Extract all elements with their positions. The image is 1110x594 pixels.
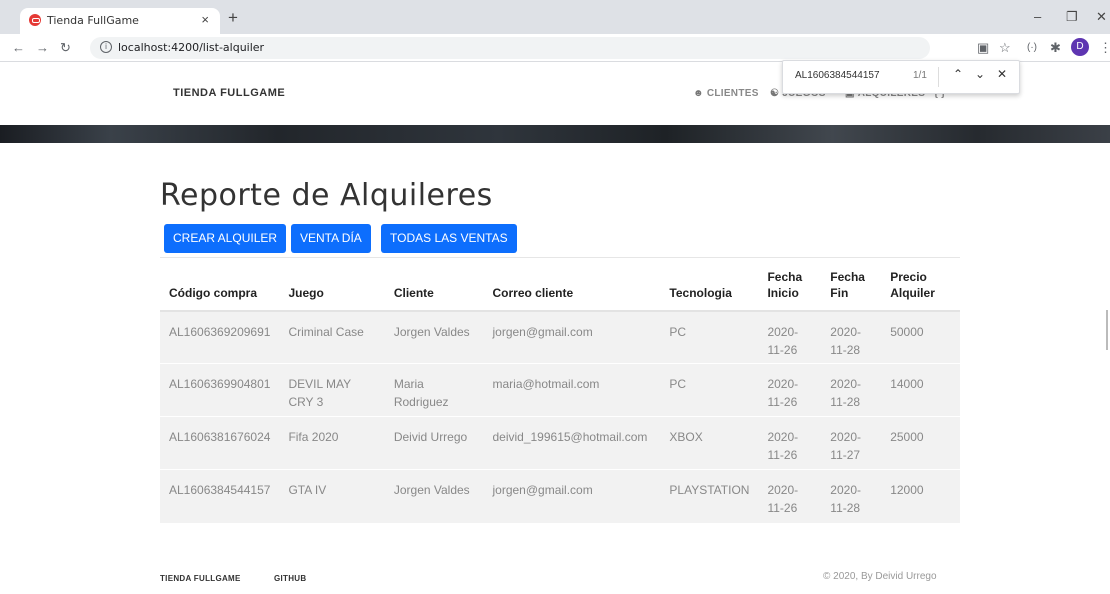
- table-cell: deivid_199615@hotmail.com: [483, 416, 661, 470]
- browser-tab[interactable]: Tienda FullGame ×: [20, 8, 220, 34]
- table-cell: 2020-11-26: [758, 469, 822, 523]
- back-icon[interactable]: ←: [12, 40, 25, 55]
- table-cell: 2020-11-26: [758, 416, 822, 470]
- column-header: Fecha Inicio: [758, 257, 822, 312]
- users-icon: ☻: [693, 88, 704, 99]
- gamepad-icon: ☯: [770, 88, 780, 99]
- table-row: AL1606369209691 Criminal Case Jorgen Val…: [160, 310, 960, 364]
- extension-icon[interactable]: (·): [1027, 42, 1037, 53]
- table-row: AL1606384544157 GTA IV Jorgen Valdes jor…: [160, 469, 960, 523]
- menu-kebab-icon[interactable]: ⋮: [1099, 40, 1110, 56]
- table-row: AL1606381676024 Fifa 2020 Deivid Urrego …: [160, 416, 960, 470]
- url-field[interactable]: i localhost:4200/list-alquiler: [90, 37, 930, 59]
- create-rental-button[interactable]: CREAR ALQUILER: [164, 224, 287, 253]
- hero-banner-image: [0, 125, 1110, 143]
- table-cell: Maria Rodriguez: [384, 363, 484, 417]
- page-title: Reporte de Alquileres: [160, 178, 493, 213]
- table-cell: AL1606369904801: [160, 363, 280, 417]
- table-cell: jorgen@gmail.com: [483, 469, 661, 523]
- table-cell: Jorgen Valdes: [384, 469, 484, 523]
- table-cell: 2020-11-28: [821, 469, 882, 523]
- find-divider: [938, 67, 939, 87]
- table-cell: maria@hotmail.com: [483, 363, 661, 417]
- tab-close-button[interactable]: ×: [201, 12, 209, 27]
- browser-tab-bar: Tienda FullGame × + – ❐ ✕: [0, 0, 1110, 34]
- find-match-count: 1/1: [913, 70, 927, 81]
- table-cell: PC: [660, 363, 759, 417]
- new-tab-button[interactable]: +: [228, 9, 238, 26]
- find-previous-icon[interactable]: ⌃: [953, 67, 963, 81]
- footer-copyright: © 2020, By Deivid Urrego: [823, 571, 937, 582]
- table-cell: XBOX: [660, 416, 759, 470]
- table-cell: Jorgen Valdes: [384, 310, 484, 364]
- footer-brand-link[interactable]: TIENDA FULLGAME: [160, 574, 241, 583]
- find-next-icon[interactable]: ⌄: [975, 67, 985, 81]
- table-row: AL1606369904801 DEVIL MAY CRY 3 Maria Ro…: [160, 363, 960, 417]
- minimize-icon[interactable]: –: [1034, 9, 1041, 24]
- find-input[interactable]: AL1606384544157: [795, 70, 880, 81]
- forward-icon[interactable]: →: [36, 40, 49, 55]
- column-header: Cliente: [384, 257, 484, 312]
- table-cell: 2020-11-28: [821, 363, 882, 417]
- table-cell: 14000: [881, 363, 960, 417]
- find-bar: AL1606384544157 1/1 ⌃ ⌄ ✕: [782, 60, 1020, 94]
- bookmark-star-icon[interactable]: ☆: [999, 40, 1011, 56]
- table-cell: 2020-11-26: [758, 363, 822, 417]
- column-header: Tecnologia: [660, 257, 759, 312]
- table-cell: PC: [660, 310, 759, 364]
- puzzle-icon[interactable]: ✱: [1050, 40, 1061, 56]
- table-cell: AL1606381676024: [160, 416, 280, 470]
- table-cell: 2020-11-27: [821, 416, 882, 470]
- find-close-icon[interactable]: ✕: [997, 67, 1007, 81]
- footer-github-link[interactable]: GITHUB: [274, 574, 306, 583]
- table-cell: 25000: [881, 416, 960, 470]
- table-cell: Criminal Case: [279, 310, 385, 364]
- column-header: Fecha Fin: [821, 257, 882, 312]
- reload-icon[interactable]: ↻: [60, 40, 71, 56]
- favicon-icon: [29, 14, 41, 26]
- rentals-table: Código compra Juego Cliente Correo clien…: [160, 257, 960, 523]
- nav-clientes[interactable]: ☻ CLIENTES: [693, 88, 759, 99]
- table-cell: jorgen@gmail.com: [483, 310, 661, 364]
- table-cell: 12000: [881, 469, 960, 523]
- table-cell: 2020-11-28: [821, 310, 882, 364]
- table-cell: GTA IV: [279, 469, 385, 523]
- column-header: Precio Alquiler: [881, 257, 960, 312]
- tab-title: Tienda FullGame: [47, 14, 139, 27]
- page-action-icon[interactable]: ▣: [977, 40, 989, 56]
- profile-avatar[interactable]: D: [1071, 38, 1089, 56]
- close-window-icon[interactable]: ✕: [1096, 9, 1107, 25]
- table-cell: Fifa 2020: [279, 416, 385, 470]
- sale-day-button[interactable]: VENTA DÍA: [291, 224, 371, 253]
- table-cell: AL1606384544157: [160, 469, 280, 523]
- scrollbar[interactable]: [1106, 310, 1108, 350]
- table-cell: 2020-11-26: [758, 310, 822, 364]
- table-header-row: Código compra Juego Cliente Correo clien…: [160, 257, 960, 312]
- column-header: Código compra: [160, 257, 280, 312]
- table-cell: Deivid Urrego: [384, 416, 484, 470]
- table-cell: DEVIL MAY CRY 3: [279, 363, 385, 417]
- column-header: Juego: [279, 257, 385, 312]
- table-cell: PLAYSTATION: [660, 469, 759, 523]
- table-cell: 50000: [881, 310, 960, 364]
- column-header: Correo cliente: [483, 257, 661, 312]
- info-icon[interactable]: i: [100, 41, 112, 53]
- restore-icon[interactable]: ❐: [1066, 9, 1078, 25]
- address-bar: ← → ↻ i localhost:4200/list-alquiler ▣ ☆…: [0, 34, 1110, 62]
- nav-clientes-label: CLIENTES: [706, 88, 759, 99]
- site-brand[interactable]: TIENDA FULLGAME: [173, 87, 285, 99]
- url-text: localhost:4200/list-alquiler: [118, 41, 265, 54]
- table-cell: AL1606369209691: [160, 310, 280, 364]
- all-sales-button[interactable]: TODAS LAS VENTAS: [381, 224, 517, 253]
